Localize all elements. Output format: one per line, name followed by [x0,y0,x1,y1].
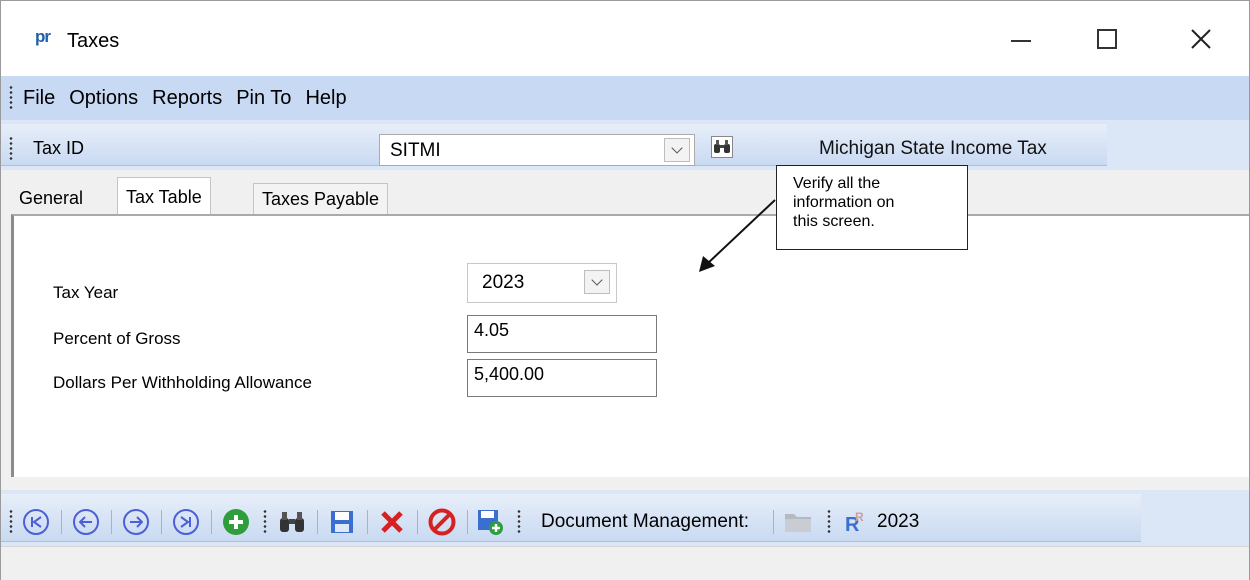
dollars-per-allowance-label: Dollars Per Withholding Allowance [53,373,312,392]
svg-text:R: R [855,510,864,524]
tax-year-select[interactable]: 2023 [467,263,617,303]
tab-tax-table[interactable]: Tax Table [117,177,211,217]
save-record-button[interactable] [327,507,357,537]
tax-description: Michigan State Income Tax [819,138,1047,159]
tax-id-dropdown-button[interactable] [664,138,690,162]
save-new-icon [478,510,503,535]
nav-grip-handle[interactable] [827,509,831,535]
dollars-per-allowance-field[interactable]: 5,400.00 [467,359,657,397]
first-record-icon [23,509,49,535]
next-record-icon [123,509,149,535]
title-bar: pr Taxes [1,1,1249,76]
tax-id-label: Tax ID [33,138,85,158]
previous-record-icon [73,509,99,535]
separator [61,510,62,534]
menu-options[interactable]: Options [69,83,138,114]
binoculars-icon [714,140,730,153]
tax-year-dropdown-button[interactable] [584,270,610,294]
taxes-window: pr Taxes File Options Reports Pin To Hel… [0,0,1250,580]
minimize-icon [1011,40,1031,42]
separator [773,510,774,534]
add-icon [223,509,249,535]
callout-line-1: Verify all the [793,175,881,192]
delete-record-button[interactable] [377,507,407,537]
cancel-button[interactable] [427,507,457,537]
fiscal-year-label: 2023 [877,511,920,532]
tax-year-label: Tax Year [53,283,119,302]
tax-id-select[interactable]: SITMI [379,134,695,166]
first-record-button[interactable] [21,507,51,537]
separator [367,510,368,534]
save-new-button[interactable] [475,507,505,537]
chevron-down-icon [591,274,603,286]
close-icon [1191,29,1211,49]
last-record-button[interactable] [171,507,201,537]
callout-arrow-icon [699,199,776,272]
save-icon [331,511,353,533]
nav-grip-handle[interactable] [517,509,521,535]
report-button[interactable]: R R [841,507,871,537]
menu-bar: File Options Reports Pin To Help [1,76,1249,120]
document-folder-button[interactable] [783,507,813,537]
callout-line-3: this screen. [793,213,875,230]
tab-strip: General Tax Table Taxes Payable [1,173,1249,217]
menu-file[interactable]: File [23,83,55,114]
separator [467,510,468,534]
menu-pin-to[interactable]: Pin To [236,83,291,114]
tax-id-value: SITMI [390,140,441,161]
last-record-icon [173,509,199,535]
percent-of-gross-label: Percent of Gross [53,329,181,348]
separator [417,510,418,534]
maximize-button[interactable] [1079,17,1135,61]
close-button[interactable] [1173,17,1229,61]
add-record-button[interactable] [221,507,251,537]
tax-year-value: 2023 [482,272,525,293]
nav-grip-handle[interactable] [9,509,13,535]
separator [317,510,318,534]
tax-id-strip: Tax ID SITMI Michigan State Income Tax [1,124,1107,166]
callout-note: Verify all the information on this scree… [776,165,968,250]
navigation-strip: Document Management: R R 2023 [1,494,1141,542]
find-record-button[interactable] [277,507,307,537]
tab-general[interactable]: General [11,183,91,215]
document-management-label: Document Management: [541,511,750,532]
next-record-button[interactable] [121,507,151,537]
separator [161,510,162,534]
separator [111,510,112,534]
window-title: Taxes [67,30,120,52]
previous-record-button[interactable] [71,507,101,537]
nav-grip-handle[interactable] [263,509,267,535]
minimize-button[interactable] [993,17,1049,61]
menu-help[interactable]: Help [305,83,346,114]
tax-toolbar-grip-handle[interactable] [9,136,13,162]
delete-icon [381,511,403,533]
percent-of-gross-field[interactable]: 4.05 [467,315,657,353]
binoculars-icon [280,512,304,532]
tax-id-lookup-button[interactable] [711,136,733,158]
separator [211,510,212,534]
app-logo-icon: pr [35,27,51,46]
tab-taxes-payable[interactable]: Taxes Payable [253,183,389,215]
status-bar [1,546,1249,580]
folder-icon [785,514,811,532]
chevron-down-icon [671,142,683,154]
report-icon: R R [845,510,864,535]
record-navigation-toolbar: Document Management: R R 2023 [1,490,1249,546]
callout-line-2: information on [793,194,895,211]
cancel-icon [428,508,456,536]
tax-id-toolbar: Tax ID SITMI Michigan State Income Tax [1,120,1249,170]
menu-reports[interactable]: Reports [152,83,222,114]
menu-grip-handle[interactable] [9,85,13,111]
maximize-icon [1097,29,1117,49]
